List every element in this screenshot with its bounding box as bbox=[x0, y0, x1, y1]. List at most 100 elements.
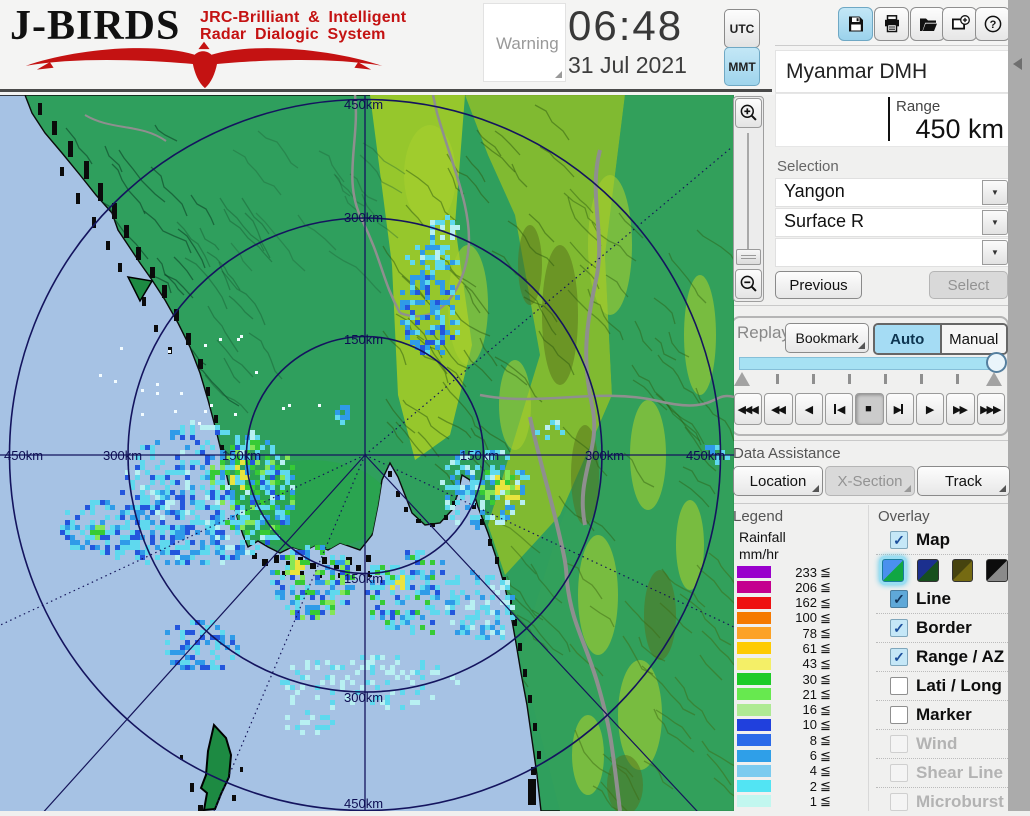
legend-color-swatch bbox=[737, 719, 771, 731]
legend-label: Legend bbox=[733, 508, 783, 525]
playback-fast-rewind-button[interactable]: ◀◀◀ bbox=[734, 393, 762, 425]
radar-map[interactable]: 150km300km450km150km300km450km150km300km… bbox=[0, 95, 734, 811]
playback-stop-button[interactable]: ■ bbox=[855, 393, 883, 425]
legend-leq-symbol: ≦ bbox=[820, 625, 831, 641]
checkbox-rangeaz[interactable]: ✓ bbox=[890, 648, 908, 666]
legend-value: 61 bbox=[771, 641, 817, 656]
legend-color-swatch bbox=[737, 566, 771, 578]
site-name: Myanmar DMH bbox=[775, 50, 1020, 93]
checkbox-border[interactable]: ✓ bbox=[890, 619, 908, 637]
data-assistance-label: Data Assistance bbox=[733, 445, 841, 462]
map-style-3-button[interactable] bbox=[952, 559, 974, 582]
question-mark-icon: ? bbox=[983, 14, 1003, 34]
legend-value: 16 bbox=[771, 702, 817, 717]
bookmark-button[interactable]: Bookmark bbox=[785, 323, 869, 353]
data-assistance-location-button[interactable]: Location bbox=[733, 466, 823, 496]
warning-button[interactable]: Warning bbox=[483, 3, 566, 82]
menu-corner-icon bbox=[904, 485, 911, 492]
overlay-row-rangeaz: ✓Range / AZ bbox=[876, 642, 1008, 671]
legend-leq-symbol: ≦ bbox=[820, 564, 831, 580]
replay-timeline-slider[interactable] bbox=[739, 357, 1000, 370]
playback-skip-forward-button[interactable]: ▶▶▶ bbox=[977, 393, 1005, 425]
checkbox-map[interactable]: ✓ bbox=[890, 531, 908, 549]
checkbox-shearline[interactable] bbox=[890, 764, 908, 782]
checkbox-latilong[interactable] bbox=[890, 677, 908, 695]
playback-rewind-button[interactable]: ◀◀ bbox=[764, 393, 792, 425]
section-divider bbox=[730, 305, 1008, 306]
legend-leq-symbol: ≦ bbox=[820, 763, 831, 779]
legend-row: 6≦ bbox=[737, 750, 862, 762]
mmt-button[interactable]: MMT bbox=[724, 47, 760, 86]
legend-color-swatch bbox=[737, 627, 771, 639]
utc-button[interactable]: UTC bbox=[724, 9, 760, 48]
range-label: Range bbox=[896, 98, 940, 115]
overlay-row-shearline: Shear Line bbox=[876, 758, 1008, 787]
overlay-item-label: Map bbox=[916, 530, 950, 550]
radar-map-canvas: 150km300km450km150km300km450km150km300km… bbox=[0, 95, 734, 811]
overlay-item-label: Wind bbox=[916, 734, 957, 754]
legend-value: 2 bbox=[771, 779, 817, 794]
playback-step-forward-button[interactable]: ▶ bbox=[886, 393, 914, 425]
data-assistance-track-button[interactable]: Track bbox=[917, 466, 1010, 496]
dropdown-arrow-button[interactable]: ▼ bbox=[982, 240, 1008, 265]
clock-date: 31 Jul 2021 bbox=[568, 52, 728, 79]
section-divider bbox=[730, 503, 1008, 504]
extra-dropdown-value bbox=[776, 239, 981, 266]
dropdown-arrow-button[interactable]: ▼ bbox=[982, 180, 1008, 205]
slider-end-marker[interactable] bbox=[986, 372, 1002, 386]
zoom-out-button[interactable] bbox=[735, 269, 762, 299]
playback-step-back-button[interactable]: ◀ bbox=[825, 393, 853, 425]
open-file-button[interactable] bbox=[910, 7, 945, 41]
product-dropdown[interactable]: Surface R ▼ bbox=[775, 208, 1010, 237]
column-divider bbox=[868, 505, 869, 811]
legend-rows: 233≦206≦162≦100≦78≦61≦43≦30≦21≦16≦10≦8≦6… bbox=[737, 566, 862, 811]
zoom-slider-handle[interactable] bbox=[736, 249, 761, 265]
print-button[interactable] bbox=[874, 7, 909, 41]
site-dropdown[interactable]: Yangon ▼ bbox=[775, 178, 1010, 207]
playback-reverse-play-button[interactable]: ◀ bbox=[795, 393, 823, 425]
collapse-arrow-icon[interactable] bbox=[1013, 58, 1022, 70]
checkbox-line[interactable]: ✓ bbox=[890, 590, 908, 608]
range-ring-label: 300km bbox=[344, 210, 383, 225]
save-button[interactable] bbox=[838, 7, 873, 41]
data-assistance-xsection-button[interactable]: X-Section bbox=[825, 466, 915, 496]
select-button[interactable]: Select bbox=[929, 271, 1008, 299]
help-button[interactable]: ? bbox=[975, 7, 1010, 41]
section-divider bbox=[730, 440, 1008, 441]
slider-tick bbox=[812, 374, 815, 384]
slider-handle[interactable] bbox=[986, 352, 1007, 373]
magnifier-minus-icon bbox=[738, 273, 760, 295]
playback-controls: ◀◀◀◀◀◀◀■▶▶▶▶▶▶▶ bbox=[734, 393, 1005, 425]
legend-row: 4≦ bbox=[737, 765, 862, 777]
zoom-in-button[interactable] bbox=[735, 98, 762, 128]
snapshot-button[interactable] bbox=[942, 7, 977, 41]
legend-title: Rainfall mm/hr bbox=[739, 529, 786, 563]
range-ring-label: 300km bbox=[103, 448, 142, 463]
auto-mode-button[interactable]: Auto bbox=[875, 325, 942, 353]
checkbox-microburst[interactable] bbox=[890, 793, 908, 811]
folder-icon bbox=[918, 14, 938, 34]
range-ring-label: 450km bbox=[344, 97, 383, 112]
checkbox-wind[interactable] bbox=[890, 735, 908, 753]
legend-color-swatch bbox=[737, 642, 771, 654]
legend-leq-symbol: ≦ bbox=[820, 732, 831, 748]
slider-start-marker[interactable] bbox=[734, 372, 750, 386]
legend-row: 233≦ bbox=[737, 566, 862, 578]
selection-label: Selection bbox=[777, 158, 839, 175]
dropdown-arrow-button[interactable]: ▼ bbox=[982, 210, 1008, 235]
map-style-4-button[interactable] bbox=[986, 559, 1008, 582]
playback-play-button[interactable]: ▶ bbox=[916, 393, 944, 425]
overlay-item-label: Border bbox=[916, 618, 972, 638]
legend-value: 10 bbox=[771, 717, 817, 732]
playback-fast-forward-button[interactable]: ▶▶ bbox=[946, 393, 974, 425]
chevron-down-icon: ▼ bbox=[991, 188, 999, 197]
map-style-1-button[interactable] bbox=[882, 559, 904, 582]
legend-row: 162≦ bbox=[737, 597, 862, 609]
zoom-slider-track[interactable] bbox=[747, 133, 749, 251]
map-style-2-button[interactable] bbox=[917, 559, 939, 582]
manual-mode-button[interactable]: Manual bbox=[942, 325, 1007, 353]
checkbox-marker[interactable] bbox=[890, 706, 908, 724]
extra-dropdown[interactable]: ▼ bbox=[775, 238, 1010, 267]
previous-button[interactable]: Previous bbox=[775, 271, 862, 299]
legend-value: 233 bbox=[771, 565, 817, 580]
